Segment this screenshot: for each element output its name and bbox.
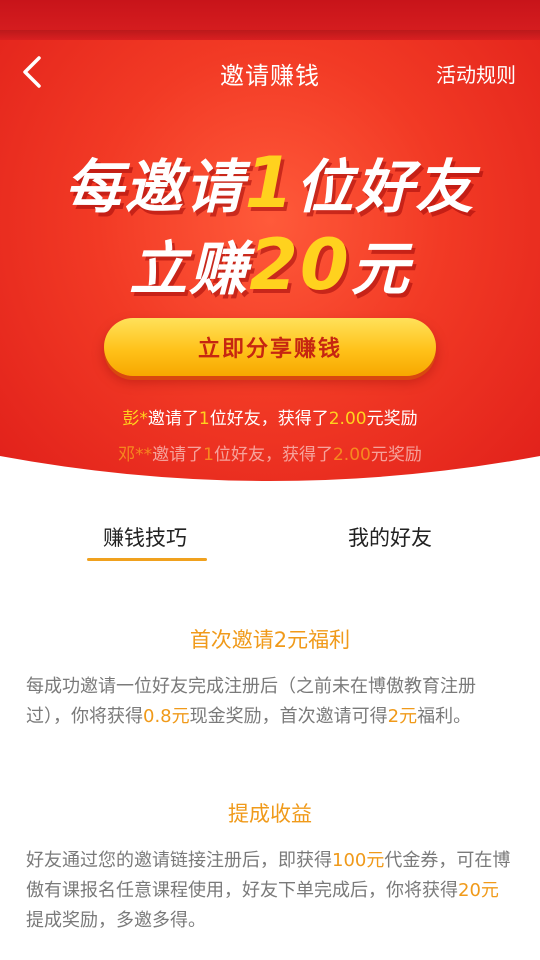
desc-highlight: 100元 <box>332 850 385 871</box>
hero-bottom-curve <box>0 456 540 490</box>
tab-my-friends[interactable]: 我的好友 <box>348 522 432 552</box>
marquee-text: 邀请了 <box>147 409 199 429</box>
headline-1-post: 位好友 <box>295 153 476 221</box>
marquee-text: 位好友，获得了 <box>209 409 329 429</box>
section-description: 每成功邀请一位好友完成注册后（之前未在博傲教育注册过），你将获得0.8元现金奖励… <box>26 672 514 732</box>
active-tab-indicator <box>87 558 207 561</box>
desc-text: 好友通过您的邀请链接注册后，即获得 <box>26 850 332 871</box>
marquee-user: 彭* <box>122 409 148 429</box>
desc-text: 福利。 <box>417 706 472 727</box>
marquee-text: 元奖励 <box>366 409 418 429</box>
desc-highlight: 20元 <box>458 880 499 901</box>
headline-1-num: 1 <box>244 142 296 224</box>
tab-bar: 赚钱技巧 我的好友 <box>0 500 540 590</box>
desc-text: 提成奖励，多邀多得。 <box>26 910 206 931</box>
headline-2-pre: 立赚 <box>129 235 250 303</box>
status-bar-band <box>0 0 540 40</box>
headline-2-num: 20 <box>249 224 351 306</box>
section-title: 提成收益 <box>228 802 312 826</box>
headline-earn: 立赚20元 <box>0 222 540 306</box>
tab-earning-tips[interactable]: 赚钱技巧 <box>103 522 187 552</box>
marquee-item: 彭*邀请了1位好友，获得了2.00元奖励 <box>0 404 540 429</box>
marquee-amount: 2.00 <box>328 409 367 429</box>
section-title: 首次邀请2元福利 <box>189 628 351 652</box>
headline-invite: 每邀请1位好友 <box>0 140 540 224</box>
nav-bar: 邀请赚钱 活动规则 <box>0 40 540 104</box>
desc-highlight: 0.8元 <box>143 706 190 727</box>
marquee-count: 1 <box>198 409 210 429</box>
headline-2-post: 元 <box>350 235 411 303</box>
headline-1-pre: 每邀请 <box>64 153 245 221</box>
share-earn-button[interactable]: 立即分享赚钱 <box>104 318 436 376</box>
section-description: 好友通过您的邀请链接注册后，即获得100元代金券，可在博傲有课报名任意课程使用，… <box>26 846 514 936</box>
hero-banner: 邀请赚钱 活动规则 每邀请1位好友 立赚20元 立即分享赚钱 彭*邀请了1位好友… <box>0 0 540 490</box>
activity-rules-link[interactable]: 活动规则 <box>436 59 516 88</box>
desc-text: 现金奖励，首次邀请可得 <box>189 706 388 727</box>
desc-highlight: 2元 <box>387 706 418 727</box>
